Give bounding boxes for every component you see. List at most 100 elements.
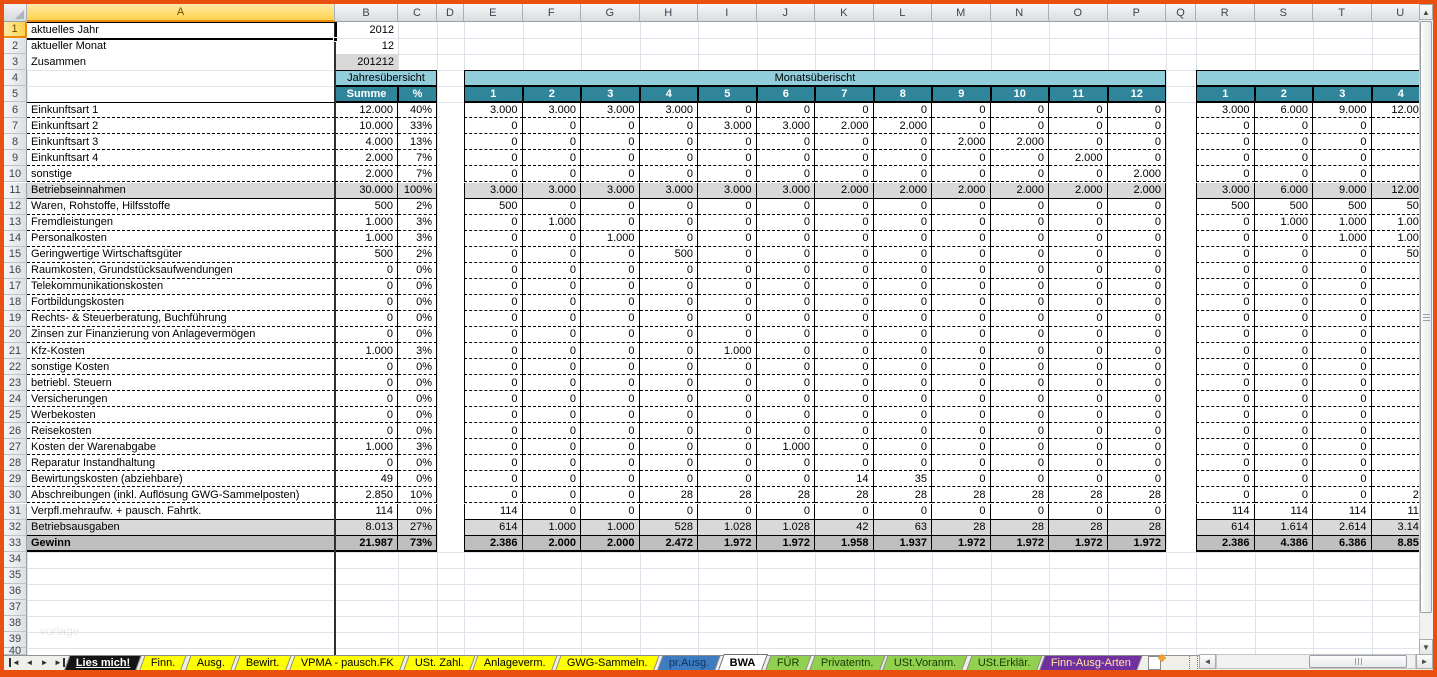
- cell-C25[interactable]: 0%: [398, 407, 437, 424]
- cell-L14[interactable]: 0: [873, 230, 932, 247]
- cell-E33[interactable]: 2.386: [464, 535, 523, 552]
- cell-K29[interactable]: 14: [815, 471, 874, 488]
- cell-P28[interactable]: 0: [1107, 455, 1166, 472]
- cell-R13[interactable]: 0: [1196, 214, 1255, 231]
- cell-P14[interactable]: 0: [1107, 230, 1166, 247]
- cell-T9[interactable]: 0: [1313, 150, 1372, 167]
- sheet-tab-bewirt-[interactable]: Bewirt.: [234, 655, 292, 670]
- column-header-C[interactable]: C: [398, 4, 437, 22]
- cell-S19[interactable]: 0: [1254, 310, 1313, 327]
- cell-M6[interactable]: 0: [932, 102, 991, 119]
- cell-I16[interactable]: 0: [698, 262, 757, 279]
- cell-R21[interactable]: 0: [1196, 343, 1255, 360]
- cell-L19[interactable]: 0: [873, 310, 932, 327]
- cell-S14[interactable]: 0: [1254, 230, 1313, 247]
- row-header-28[interactable]: 28: [4, 455, 27, 472]
- cell-H32[interactable]: 528: [639, 519, 698, 536]
- cell-J14[interactable]: 0: [756, 230, 815, 247]
- cell-F10[interactable]: 0: [522, 166, 581, 183]
- column-header-L[interactable]: L: [873, 4, 932, 22]
- cell-F26[interactable]: 0: [522, 423, 581, 440]
- column-header-F[interactable]: F: [522, 4, 581, 22]
- cell-F33[interactable]: 2.000: [522, 535, 581, 552]
- cell-F8[interactable]: 0: [522, 134, 581, 151]
- cell-C6[interactable]: 40%: [398, 102, 437, 119]
- cell-L10[interactable]: 0: [873, 166, 932, 183]
- cell-O20[interactable]: 0: [1049, 326, 1108, 343]
- row-header-26[interactable]: 26: [4, 423, 27, 440]
- cell-H14[interactable]: 0: [639, 230, 698, 247]
- cell-N27[interactable]: 0: [990, 439, 1049, 456]
- cell-C18[interactable]: 0%: [398, 294, 437, 311]
- cell-N21[interactable]: 0: [990, 343, 1049, 360]
- sheet-tab-für[interactable]: FÜR: [765, 655, 812, 670]
- cell-P26[interactable]: 0: [1107, 423, 1166, 440]
- cell-L23[interactable]: 0: [873, 375, 932, 392]
- cell-M29[interactable]: 0: [932, 471, 991, 488]
- cell-R18[interactable]: 0: [1196, 294, 1255, 311]
- cell-K11[interactable]: 2.000: [815, 182, 874, 199]
- cell-F13[interactable]: 1.000: [522, 214, 581, 231]
- cell-E12[interactable]: 500: [464, 198, 523, 215]
- cell-E16[interactable]: 0: [464, 262, 523, 279]
- cell-A31[interactable]: Verpfl.mehraufw. + pausch. Fahrtk.: [27, 503, 335, 520]
- cell-S26[interactable]: 0: [1254, 423, 1313, 440]
- cell-N18[interactable]: 0: [990, 294, 1049, 311]
- cell-H8[interactable]: 0: [639, 134, 698, 151]
- cell-C14[interactable]: 3%: [398, 230, 437, 247]
- cell-L24[interactable]: 0: [873, 391, 932, 408]
- cell-H33[interactable]: 2.472: [639, 535, 698, 552]
- cell-T19[interactable]: 0: [1313, 310, 1372, 327]
- selection-fill-handle[interactable]: [333, 36, 338, 42]
- cell-T30[interactable]: 0: [1313, 487, 1372, 504]
- row-header-25[interactable]: 25: [4, 407, 27, 424]
- cell-M13[interactable]: 0: [932, 214, 991, 231]
- cell-S15[interactable]: 0: [1254, 246, 1313, 263]
- cell-A16[interactable]: Raumkosten, Grundstücksaufwendungen: [27, 262, 335, 279]
- cell-A32[interactable]: Betriebsausgaben: [27, 519, 335, 536]
- cell-O11[interactable]: 2.000: [1049, 182, 1108, 199]
- cell-R12[interactable]: 500: [1196, 198, 1255, 215]
- cell-J12[interactable]: 0: [756, 198, 815, 215]
- cell-I31[interactable]: 0: [698, 503, 757, 520]
- row-header-13[interactable]: 13: [4, 214, 27, 231]
- row-header-36[interactable]: 36: [4, 583, 27, 600]
- cell-F31[interactable]: 0: [522, 503, 581, 520]
- cell-B3[interactable]: 201212: [335, 54, 398, 71]
- cell-A6[interactable]: Einkunftsart 1: [27, 102, 335, 119]
- cell-C7[interactable]: 33%: [398, 118, 437, 135]
- sheet-tab-finn-ausg-arten[interactable]: Finn-Ausg-Arten: [1039, 655, 1143, 670]
- cell-R29[interactable]: 0: [1196, 471, 1255, 488]
- cell-P11[interactable]: 2.000: [1107, 182, 1166, 199]
- cell-K9[interactable]: 0: [815, 150, 874, 167]
- cell-L17[interactable]: 0: [873, 278, 932, 295]
- row-header-24[interactable]: 24: [4, 391, 27, 408]
- cell-P13[interactable]: 0: [1107, 214, 1166, 231]
- cell-A27[interactable]: Kosten der Warenabgabe: [27, 439, 335, 456]
- cell-I19[interactable]: 0: [698, 310, 757, 327]
- cell-T6[interactable]: 9.000: [1313, 102, 1372, 119]
- cell-J7[interactable]: 3.000: [756, 118, 815, 135]
- cell-J10[interactable]: 0: [756, 166, 815, 183]
- cell-L18[interactable]: 0: [873, 294, 932, 311]
- cell-B24[interactable]: 0: [335, 391, 398, 408]
- cell-I8[interactable]: 0: [698, 134, 757, 151]
- cell-T27[interactable]: 0: [1313, 439, 1372, 456]
- cell-I25[interactable]: 0: [698, 407, 757, 424]
- cell-N14[interactable]: 0: [990, 230, 1049, 247]
- cell-M32[interactable]: 28: [932, 519, 991, 536]
- cell-O14[interactable]: 0: [1049, 230, 1108, 247]
- cell-S6[interactable]: 6.000: [1254, 102, 1313, 119]
- cell-M8[interactable]: 2.000: [932, 134, 991, 151]
- cell-T23[interactable]: 0: [1313, 375, 1372, 392]
- cell-H6[interactable]: 3.000: [639, 102, 698, 119]
- cell-M22[interactable]: 0: [932, 359, 991, 376]
- cell-A15[interactable]: Geringwertige Wirtschaftsgüter: [27, 246, 335, 263]
- cell-S13[interactable]: 1.000: [1254, 214, 1313, 231]
- cell-F30[interactable]: 0: [522, 487, 581, 504]
- cell-J13[interactable]: 0: [756, 214, 815, 231]
- cell-K14[interactable]: 0: [815, 230, 874, 247]
- cell-J18[interactable]: 0: [756, 294, 815, 311]
- cell-O29[interactable]: 0: [1049, 471, 1108, 488]
- cell-R8[interactable]: 0: [1196, 134, 1255, 151]
